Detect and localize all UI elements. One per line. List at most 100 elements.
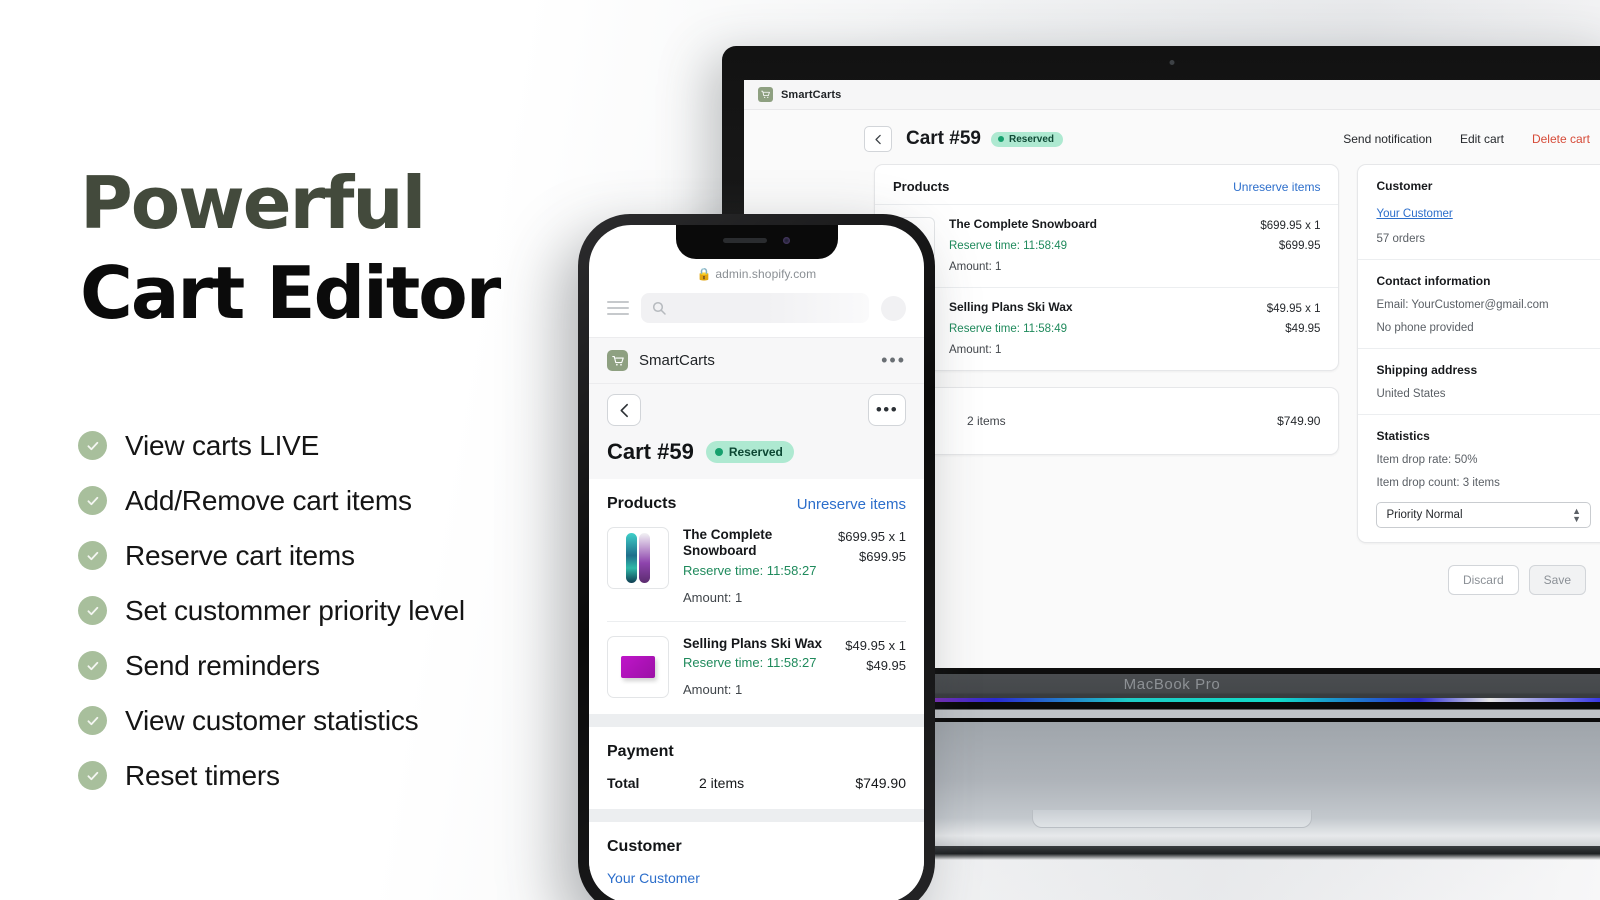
shopping-cart-icon [607, 350, 628, 371]
products-card: Products Unreserve items The Complete Sn… [874, 164, 1340, 371]
status-dot-icon [714, 448, 723, 456]
shipping-title: Shipping address [1376, 363, 1478, 377]
feature-item: View customer statistics [78, 693, 598, 748]
app-overflow-icon[interactable]: ••• [881, 351, 906, 369]
lock-icon: 🔒 [696, 267, 712, 281]
page-title: Cart #59 [906, 128, 981, 149]
feature-label: View carts LIVE [125, 429, 320, 461]
headline-line-2: Cart Editor [80, 250, 501, 335]
feature-list: View carts LIVE Add/Remove cart items Re… [78, 418, 598, 803]
feature-label: Set custommer priority level [125, 594, 465, 626]
products-section: Products Unreserve items The Complete Sn… [589, 479, 924, 714]
feature-label: Add/Remove cart items [125, 484, 412, 516]
products-section-header: Products Unreserve items [607, 495, 906, 513]
header-actions: Send notification Edit cart Delete cart [1343, 132, 1590, 146]
product-name: The Complete Snowboard [683, 527, 773, 559]
check-circle-icon [78, 541, 107, 570]
contact-information-section: Contact information Email: YourCustomer@… [1358, 259, 1600, 348]
form-footer: Discard Save [1357, 543, 1600, 595]
webcam-icon [1169, 60, 1175, 65]
customer-name-link[interactable]: Your Customer [607, 870, 906, 886]
feature-item: Reserve cart items [78, 528, 598, 583]
total-items: 2 items [967, 414, 1006, 428]
item-drop-count: Item drop count: 3 items [1376, 477, 1500, 489]
check-circle-icon [78, 431, 107, 460]
payment-title: Payment [607, 742, 674, 760]
product-info: The Complete Snowboard Reserve time: 11:… [669, 527, 838, 605]
status-badge: Reserved [705, 441, 794, 463]
product-row: Selling Plans Ski Wax Reserve time: 11:5… [875, 287, 1339, 370]
save-button[interactable]: Save [1528, 565, 1586, 595]
product-name: Selling Plans Ski Wax [683, 635, 823, 651]
shipping-country: United States [1376, 388, 1446, 400]
total-items: 2 items [699, 774, 745, 791]
payment-section: Payment Total 2 items $749.90 [589, 726, 924, 809]
back-button[interactable] [864, 126, 892, 152]
customer-title: Customer [1376, 179, 1433, 193]
section-divider [589, 713, 924, 727]
customer-name-link[interactable]: Your Customer [1376, 208, 1452, 220]
device-label: MacBook Pro [1123, 676, 1221, 693]
cart-header-row: ••• [607, 394, 906, 426]
feature-item: Set custommer priority level [78, 583, 598, 638]
status-dot-icon [998, 136, 1004, 142]
total-amount: $749.90 [855, 774, 906, 791]
select-chevrons-icon: ▲ ▼ [1572, 505, 1581, 524]
product-unit-price: $49.95 x 1 [845, 637, 906, 653]
app-brand-name: SmartCarts [639, 352, 715, 369]
overflow-menu-icon[interactable]: ••• [868, 394, 906, 426]
unreserve-items-link[interactable]: Unreserve items [1233, 180, 1320, 194]
feature-item: Add/Remove cart items [78, 473, 598, 528]
product-row: The Complete Snowboard Reserve time: 11:… [607, 513, 906, 621]
product-line-total: $699.95 [1278, 239, 1321, 252]
avatar[interactable] [881, 295, 906, 321]
ski-wax-thumb [607, 635, 669, 698]
phone-screen: 🔒 admin.shopify.com SmartCarts ••• ••• C… [589, 225, 924, 900]
check-circle-icon [78, 486, 107, 515]
unreserve-items-link[interactable]: Unreserve items [797, 496, 906, 513]
statistics-section: Statistics Item drop rate: 50% Item drop… [1358, 414, 1600, 542]
cart-header: Cart #59 Reserved Send notification Edit… [744, 110, 1600, 164]
products-title: Products [893, 179, 950, 194]
product-info: The Complete Snowboard Reserve time: 11:… [935, 217, 1260, 273]
product-name: Selling Plans Ski Wax [949, 300, 1073, 314]
discard-button[interactable]: Discard [1447, 565, 1519, 595]
page-title: Cart #59 [607, 439, 694, 464]
product-unit-price: $699.95 x 1 [838, 529, 906, 544]
payment-total-row: Total 2 items $749.90 [607, 775, 906, 791]
contact-phone: No phone provided [1376, 322, 1474, 334]
product-line-total: $699.95 [859, 549, 906, 565]
product-price-block: $49.95 x 1 $49.95 [845, 636, 906, 698]
delete-cart-button[interactable]: Delete cart [1532, 132, 1590, 146]
reserve-time: Reserve time: 11:58:27 [683, 562, 817, 578]
search-input[interactable] [641, 293, 869, 323]
status-label: Reserved [728, 445, 783, 459]
product-price-block: $49.95 x 1 $49.95 [1267, 300, 1321, 356]
app-topbar: SmartCarts [744, 80, 1600, 110]
total-label: Total [607, 774, 640, 791]
product-price-block: $699.95 x 1 $699.95 [1260, 217, 1320, 273]
arrow-left-icon [874, 134, 881, 144]
feature-label: Send reminders [125, 649, 320, 681]
phone-mockup: 🔒 admin.shopify.com SmartCarts ••• ••• C… [578, 214, 935, 900]
cart-header: ••• Cart #59 Reserved [589, 384, 924, 479]
products-card-header: Products Unreserve items [875, 165, 1338, 204]
priority-select[interactable]: Priority Normal ▲ ▼ [1376, 502, 1591, 528]
customer-section: Customer Your Customer 50 orders [589, 821, 924, 900]
customer-card: Customer Your Customer 57 orders Contact… [1357, 164, 1600, 543]
send-notification-button[interactable]: Send notification [1343, 132, 1432, 146]
cart-main-column: Products Unreserve items The Complete Sn… [874, 164, 1340, 595]
customer-title: Customer [607, 837, 682, 855]
product-unit-price: $699.95 x 1 [1260, 220, 1321, 232]
product-info: Selling Plans Ski Wax Reserve time: 11:5… [935, 300, 1267, 356]
app-bar: SmartCarts ••• [589, 338, 924, 384]
hamburger-icon[interactable] [607, 297, 629, 319]
product-amount: Amount: 1 [683, 589, 743, 605]
screenshot-stage: Powerful Cart Editor View carts LIVE Add… [0, 0, 1600, 900]
product-info: Selling Plans Ski Wax Reserve time: 11:5… [669, 636, 845, 698]
back-button[interactable] [607, 394, 641, 426]
cart-sidebar: Customer Your Customer 57 orders Contact… [1357, 164, 1600, 595]
statistics-title: Statistics [1376, 429, 1430, 443]
earpiece-speaker-icon [723, 237, 767, 243]
edit-cart-button[interactable]: Edit cart [1460, 132, 1504, 146]
